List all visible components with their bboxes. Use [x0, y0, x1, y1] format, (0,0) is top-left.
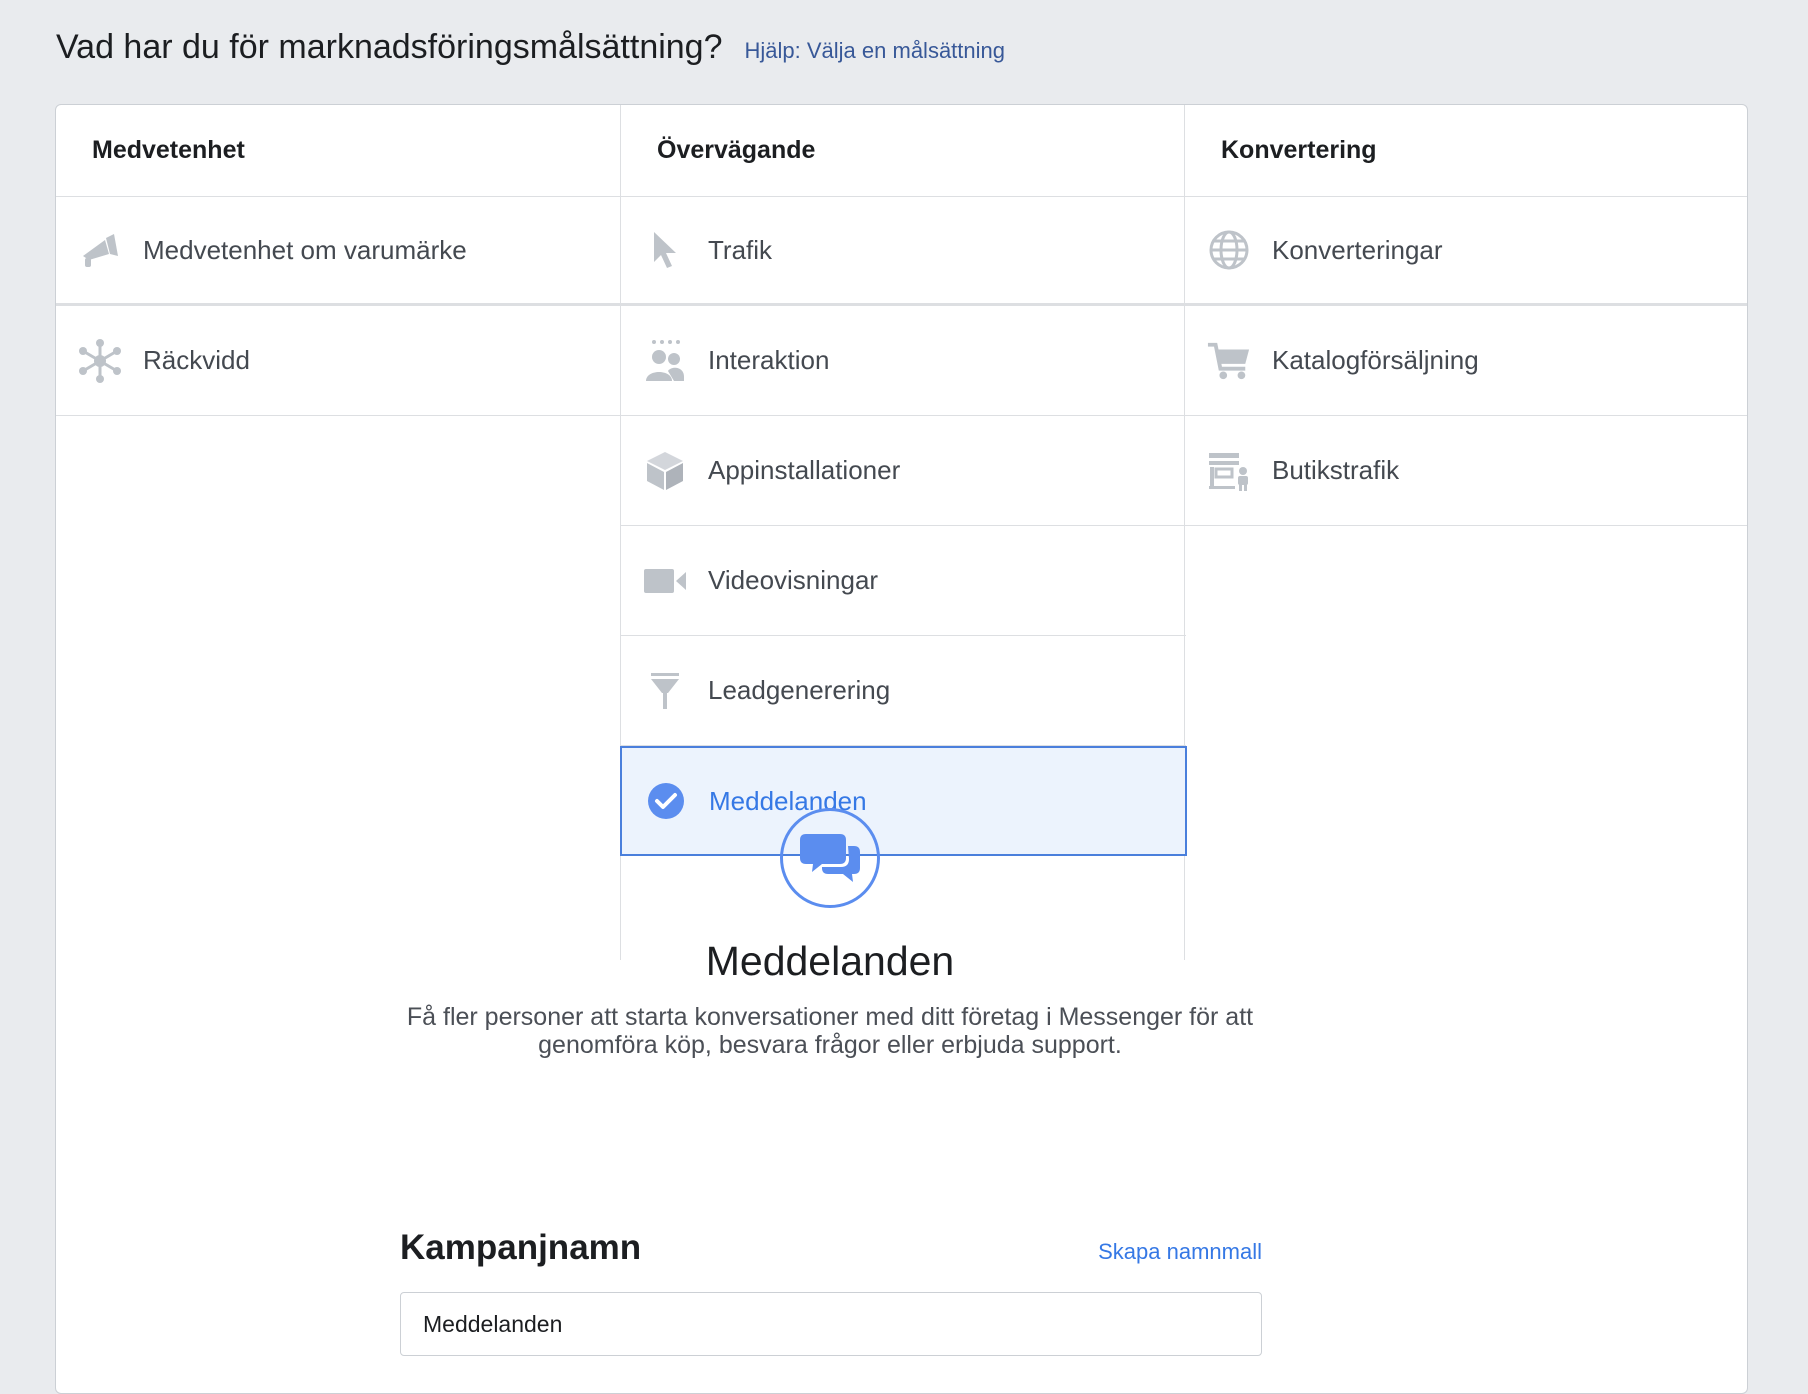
cursor-icon	[643, 228, 687, 272]
objective-label: Butikstrafik	[1272, 455, 1400, 485]
page-header: Vad har du för marknadsföringsmålsättnin…	[56, 28, 1005, 67]
megaphone-icon	[78, 228, 122, 272]
detail-title: Meddelanden	[705, 938, 955, 984]
objective-label: Leadgenerering	[708, 675, 891, 705]
detail-description: Få fler personer att starta konversation…	[406, 1003, 1254, 1059]
objective-brand-awareness[interactable]: Medvetenhet om varumärke	[56, 197, 621, 306]
objective-catalog-sales[interactable]: Katalogförsäljning	[1185, 306, 1747, 416]
objective-reach[interactable]: Räckvidd	[56, 306, 621, 416]
column-header: Övervägande	[621, 105, 1186, 197]
campaign-name-header: Kampanjnamn Skapa namnmall	[400, 1228, 1262, 1268]
objective-app-installs[interactable]: Appinstallationer	[621, 416, 1186, 526]
objective-store-traffic[interactable]: Butikstrafik	[1185, 416, 1747, 526]
objective-label: Appinstallationer	[708, 455, 901, 485]
column-awareness: Medvetenhet Medvetenhet om varumärke Räc…	[56, 105, 621, 416]
chat-bubbles-icon	[780, 808, 880, 908]
objective-detail: Meddelanden Få fler personer att starta …	[400, 808, 1260, 1059]
objective-label: Katalogförsäljning	[1272, 345, 1479, 375]
box-icon	[643, 449, 687, 493]
column-header: Medvetenhet	[56, 105, 621, 197]
create-name-template-link[interactable]: Skapa namnmall	[1098, 1239, 1262, 1265]
video-camera-icon	[643, 559, 687, 603]
store-icon	[1207, 449, 1251, 493]
objective-lead-generation[interactable]: Leadgenerering	[621, 636, 1186, 746]
objective-label: Räckvidd	[143, 345, 250, 375]
cart-icon	[1207, 339, 1251, 383]
objective-label: Medvetenhet om varumärke	[143, 234, 467, 265]
objective-video-views[interactable]: Videovisningar	[621, 526, 1186, 636]
column-consideration: Övervägande Trafik Interaktion Appinstal…	[620, 105, 1187, 856]
people-icon	[643, 339, 687, 383]
campaign-name-title: Kampanjnamn	[400, 1228, 642, 1267]
page-title: Vad har du för marknadsföringsmålsättnin…	[56, 28, 723, 66]
globe-icon	[1207, 228, 1251, 272]
objective-label: Konverteringar	[1272, 234, 1443, 265]
objective-conversions[interactable]: Konverteringar	[1185, 197, 1747, 306]
objective-label: Interaktion	[708, 345, 830, 375]
objective-panel: Medvetenhet Medvetenhet om varumärke Räc…	[55, 104, 1748, 1394]
objective-label: Videovisningar	[708, 565, 879, 595]
funnel-icon	[643, 669, 687, 713]
help-link[interactable]: Hjälp: Välja en målsättning	[745, 38, 1005, 64]
reach-icon	[78, 338, 122, 383]
column-header: Konvertering	[1185, 105, 1747, 197]
objective-engagement[interactable]: Interaktion	[621, 306, 1186, 416]
objective-traffic[interactable]: Trafik	[621, 197, 1186, 306]
column-conversion: Konvertering Konverteringar Katalogförsä…	[1185, 105, 1747, 526]
campaign-name-input[interactable]	[400, 1292, 1262, 1356]
objective-label: Trafik	[708, 234, 773, 265]
